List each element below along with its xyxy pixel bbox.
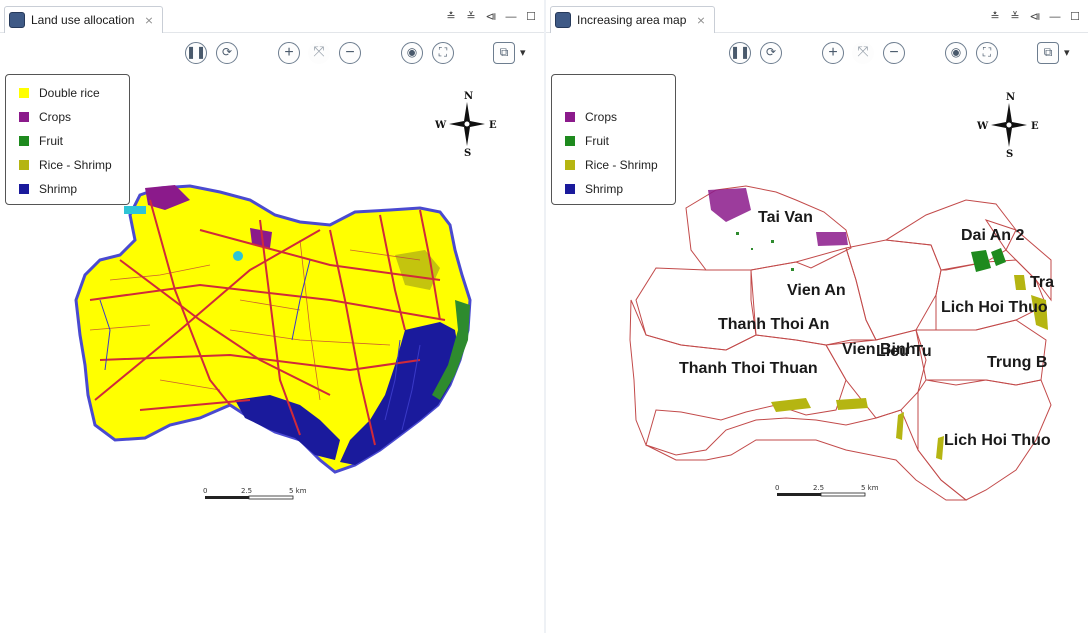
compass-e: E bbox=[489, 120, 497, 131]
scale-bar: 0 2.5 5 km bbox=[775, 484, 879, 497]
scattered-fruit bbox=[736, 232, 794, 271]
land-use-allocation-view: Land use allocation ⨯ ≛ ≚ ⧏ — ☐ ❚❚ ⟳ + ⤧… bbox=[0, 0, 544, 633]
crops-area bbox=[708, 188, 751, 222]
compass-s: S bbox=[1006, 149, 1013, 160]
compass-w: W bbox=[976, 121, 989, 132]
scale-label: 5 km bbox=[861, 484, 879, 492]
place-label: Vien An bbox=[787, 282, 846, 299]
compass-rose: N S E W bbox=[434, 91, 497, 159]
rice-shrimp-area bbox=[1014, 275, 1026, 290]
water-area bbox=[233, 251, 243, 261]
place-label: Lich Hoi Thuo bbox=[944, 432, 1051, 449]
fruit-area bbox=[971, 250, 991, 272]
place-label: Trung B bbox=[987, 354, 1047, 371]
scale-label: 0 bbox=[775, 484, 779, 492]
compass-n: N bbox=[464, 91, 473, 102]
increasing-area-map[interactable]: Tai Van Vien An Thanh Thoi An Thanh Thoi… bbox=[546, 0, 1088, 633]
compass-w: W bbox=[434, 120, 447, 131]
compass-e: E bbox=[1031, 121, 1039, 132]
crops-area bbox=[816, 232, 848, 246]
place-label: Lieu Tu bbox=[876, 343, 932, 360]
place-label: Thanh Thoi An bbox=[718, 316, 829, 333]
rice-shrimp-area bbox=[836, 398, 868, 410]
water-area bbox=[124, 206, 146, 214]
scale-label: 0 bbox=[203, 487, 207, 495]
scale-bar: 0 2.5 5 km bbox=[203, 487, 307, 500]
scale-label: 2.5 bbox=[241, 487, 252, 495]
place-label: Dai An 2 bbox=[961, 227, 1025, 244]
rice-shrimp-area bbox=[896, 412, 904, 440]
place-label: Thanh Thoi Thuan bbox=[679, 360, 818, 377]
compass-s: S bbox=[464, 148, 471, 159]
rice-shrimp-area bbox=[771, 398, 811, 412]
scale-label: 5 km bbox=[289, 487, 307, 495]
rice-shrimp-area bbox=[936, 436, 944, 460]
land-use-map[interactable]: N S E W 0 2.5 5 km bbox=[0, 0, 544, 633]
increasing-area-map-view: Increasing area map ⨯ ≛ ≚ ⧏ — ☐ ❚❚ ⟳ + ⤧… bbox=[546, 0, 1088, 633]
place-label: Tai Van bbox=[758, 209, 813, 226]
place-label: Tra bbox=[1030, 274, 1054, 291]
compass-rose: N S E W bbox=[976, 92, 1039, 160]
compass-n: N bbox=[1006, 92, 1015, 103]
place-label: Lich Hoi Thuo bbox=[941, 299, 1048, 316]
scale-label: 2.5 bbox=[813, 484, 824, 492]
fruit-area bbox=[991, 248, 1006, 266]
